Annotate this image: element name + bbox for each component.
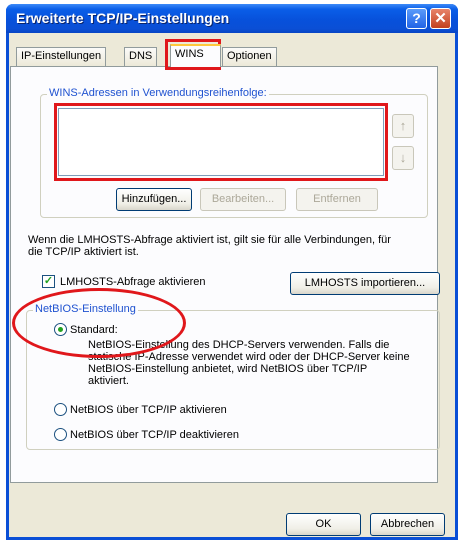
window-title: Erweiterte TCP/IP-Einstellungen xyxy=(16,10,230,26)
add-button[interactable]: Hinzufügen... xyxy=(116,188,192,211)
tab-ip-settings[interactable]: IP-Einstellungen xyxy=(16,47,107,66)
wins-group-label: WINS-Adressen in Verwendungsreihenfolge: xyxy=(47,87,269,99)
tab-options[interactable]: Optionen xyxy=(222,47,277,66)
ok-button[interactable]: OK xyxy=(286,513,361,536)
title-bar[interactable]: Erweiterte TCP/IP-Einstellungen ? ✕ xyxy=(6,4,458,33)
import-lmhosts-button[interactable]: LMHOSTS importieren... xyxy=(290,272,440,295)
edit-button[interactable]: Bearbeiten... xyxy=(200,188,286,211)
lmhosts-description-line2: die TCP/IP aktiviert ist. xyxy=(28,246,139,258)
help-button[interactable]: ? xyxy=(406,8,427,29)
tab-wins[interactable]: WINS xyxy=(170,44,221,67)
remove-button[interactable]: Entfernen xyxy=(296,188,378,211)
radio-netbios-disable-label[interactable]: NetBIOS über TCP/IP deaktivieren xyxy=(70,429,239,441)
annotation-box-address-list xyxy=(54,103,388,181)
standard-description-line3: NetBIOS-Einstellung anbietet, wird NetBI… xyxy=(88,363,368,375)
annotation-ellipse-netbios xyxy=(12,288,186,358)
move-down-button[interactable]: ↓ xyxy=(392,146,414,170)
radio-netbios-enable[interactable] xyxy=(54,403,67,416)
radio-netbios-enable-label[interactable]: NetBIOS über TCP/IP aktivieren xyxy=(70,404,227,416)
cancel-button[interactable]: Abbrechen xyxy=(370,513,445,536)
tab-dns[interactable]: DNS xyxy=(124,47,158,66)
move-up-button[interactable]: ↑ xyxy=(392,114,414,138)
close-button[interactable]: ✕ xyxy=(430,8,451,29)
standard-description-line4: aktiviert. xyxy=(88,375,129,387)
lmhosts-description-line1: Wenn die LMHOSTS-Abfrage aktiviert ist, … xyxy=(28,234,391,246)
radio-netbios-disable[interactable] xyxy=(54,428,67,441)
lmhosts-checkbox[interactable]: ✓ xyxy=(42,275,55,288)
lmhosts-checkbox-label[interactable]: LMHOSTS-Abfrage aktivieren xyxy=(60,276,206,288)
